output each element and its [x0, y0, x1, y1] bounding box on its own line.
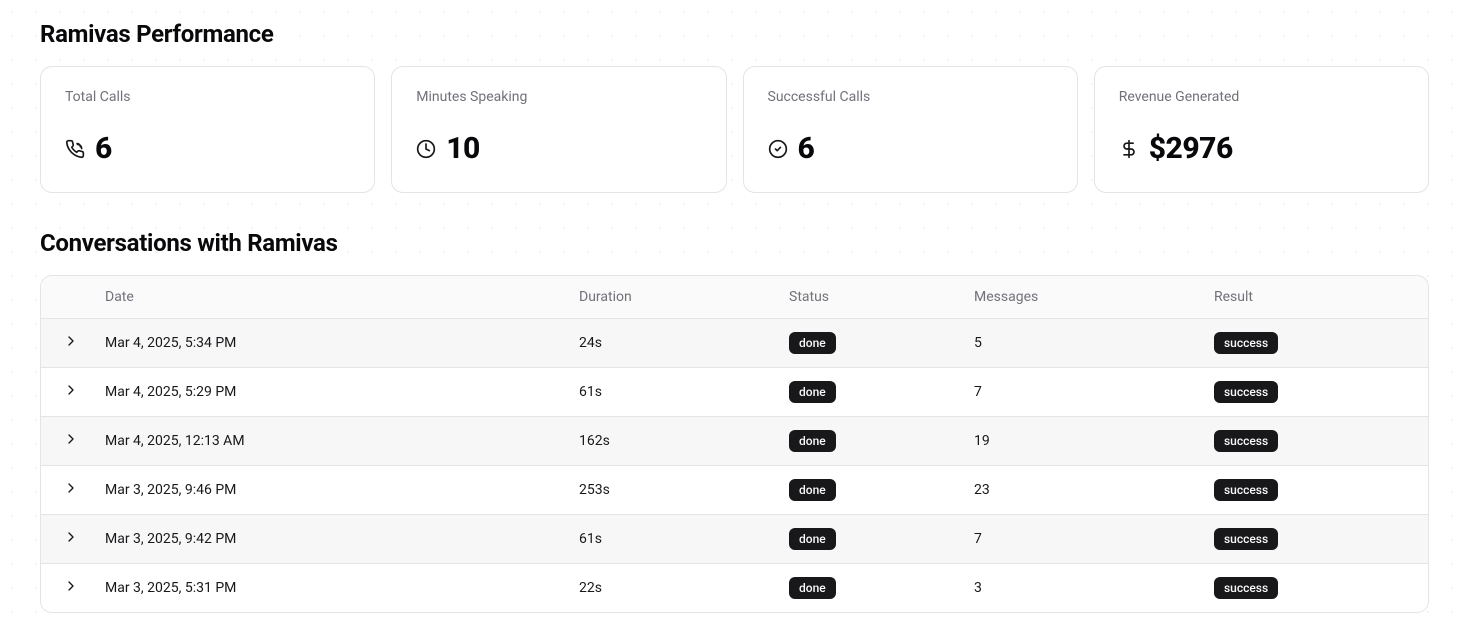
cell-duration: 24s	[563, 319, 773, 368]
col-duration: Duration	[563, 276, 773, 319]
chevron-right-icon[interactable]	[63, 333, 79, 349]
cell-duration: 61s	[563, 515, 773, 564]
card-value: 10	[446, 131, 480, 166]
table-row[interactable]: Mar 3, 2025, 9:46 PM 253s done 23 succes…	[41, 466, 1428, 515]
chevron-right-icon[interactable]	[63, 578, 79, 594]
card-minutes-speaking: Minutes Speaking 10	[391, 66, 726, 193]
col-expand	[41, 276, 89, 319]
cell-date: Mar 4, 2025, 5:34 PM	[89, 319, 563, 368]
table-row[interactable]: Mar 4, 2025, 5:29 PM 61s done 7 success	[41, 368, 1428, 417]
cell-duration: 22s	[563, 564, 773, 613]
card-title: Total Calls	[65, 89, 350, 105]
card-total-calls: Total Calls 6	[40, 66, 375, 193]
table-row[interactable]: Mar 4, 2025, 12:13 AM 162s done 19 succe…	[41, 417, 1428, 466]
check-circle-icon	[768, 139, 788, 159]
cell-messages: 23	[958, 466, 1198, 515]
cell-date: Mar 3, 2025, 9:46 PM	[89, 466, 563, 515]
result-badge: success	[1214, 430, 1278, 452]
card-value: 6	[798, 131, 815, 166]
cell-status: done	[773, 319, 958, 368]
col-result: Result	[1198, 276, 1428, 319]
cell-date: Mar 4, 2025, 12:13 AM	[89, 417, 563, 466]
cell-messages: 3	[958, 564, 1198, 613]
cell-duration: 162s	[563, 417, 773, 466]
cell-duration: 61s	[563, 368, 773, 417]
cell-date: Mar 4, 2025, 5:29 PM	[89, 368, 563, 417]
col-status: Status	[773, 276, 958, 319]
cell-messages: 7	[958, 368, 1198, 417]
cell-result: success	[1198, 564, 1428, 613]
conversations-table: Date Duration Status Messages Result Mar…	[40, 275, 1429, 613]
cell-status: done	[773, 466, 958, 515]
phone-call-icon	[65, 139, 85, 159]
cell-result: success	[1198, 515, 1428, 564]
chevron-right-icon[interactable]	[63, 529, 79, 545]
cell-status: done	[773, 417, 958, 466]
result-badge: success	[1214, 332, 1278, 354]
cell-duration: 253s	[563, 466, 773, 515]
status-badge: done	[789, 332, 836, 354]
result-badge: success	[1214, 381, 1278, 403]
cell-messages: 5	[958, 319, 1198, 368]
cell-status: done	[773, 564, 958, 613]
status-badge: done	[789, 430, 836, 452]
card-title: Successful Calls	[768, 89, 1053, 105]
cell-result: success	[1198, 368, 1428, 417]
card-title: Revenue Generated	[1119, 89, 1404, 105]
cell-result: success	[1198, 417, 1428, 466]
card-title: Minutes Speaking	[416, 89, 701, 105]
chevron-right-icon[interactable]	[63, 382, 79, 398]
cell-status: done	[773, 515, 958, 564]
table-row[interactable]: Mar 3, 2025, 9:42 PM 61s done 7 success	[41, 515, 1428, 564]
cell-messages: 19	[958, 417, 1198, 466]
chevron-right-icon[interactable]	[63, 431, 79, 447]
col-date: Date	[89, 276, 563, 319]
col-messages: Messages	[958, 276, 1198, 319]
conversations-title: Conversations with Ramivas	[40, 229, 1429, 257]
status-badge: done	[789, 577, 836, 599]
status-badge: done	[789, 381, 836, 403]
status-badge: done	[789, 479, 836, 501]
cell-date: Mar 3, 2025, 9:42 PM	[89, 515, 563, 564]
performance-cards: Total Calls 6 Minutes Speaking	[40, 66, 1429, 193]
table-row[interactable]: Mar 3, 2025, 5:31 PM 22s done 3 success	[41, 564, 1428, 613]
result-badge: success	[1214, 577, 1278, 599]
cell-date: Mar 3, 2025, 5:31 PM	[89, 564, 563, 613]
cell-messages: 7	[958, 515, 1198, 564]
chevron-right-icon[interactable]	[63, 480, 79, 496]
dollar-icon	[1119, 139, 1139, 159]
clock-icon	[416, 139, 436, 159]
card-successful-calls: Successful Calls 6	[743, 66, 1078, 193]
table-header-row: Date Duration Status Messages Result	[41, 276, 1428, 319]
card-value: $2976	[1149, 131, 1233, 166]
result-badge: success	[1214, 528, 1278, 550]
cell-status: done	[773, 368, 958, 417]
performance-title: Ramivas Performance	[40, 20, 1429, 48]
cell-result: success	[1198, 466, 1428, 515]
cell-result: success	[1198, 319, 1428, 368]
card-revenue-generated: Revenue Generated $2976	[1094, 66, 1429, 193]
status-badge: done	[789, 528, 836, 550]
result-badge: success	[1214, 479, 1278, 501]
table-row[interactable]: Mar 4, 2025, 5:34 PM 24s done 5 success	[41, 319, 1428, 368]
card-value: 6	[95, 131, 112, 166]
